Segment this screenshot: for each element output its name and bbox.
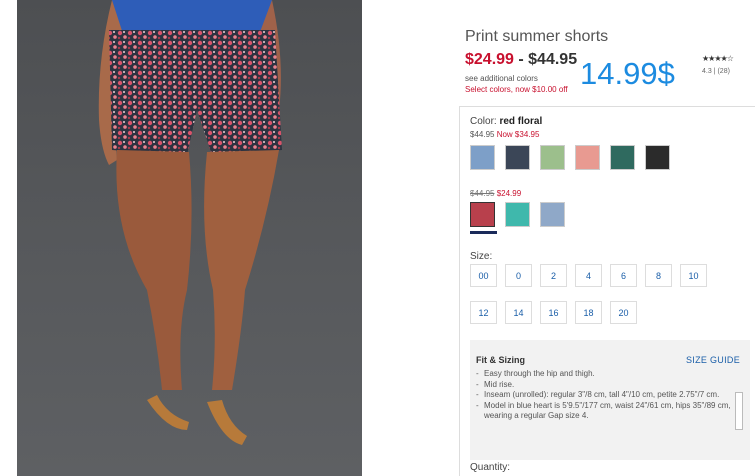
rating-stars[interactable]: ★★★★☆	[702, 54, 734, 63]
size-button[interactable]: 8	[645, 264, 672, 287]
size-button[interactable]: 18	[575, 301, 602, 324]
color-swatch-green-print[interactable]	[540, 145, 565, 170]
size-label: Size:	[470, 251, 493, 262]
rating-summary: 4.3 | (28)	[702, 68, 730, 75]
color-swatch-navy-stripe[interactable]	[505, 145, 530, 170]
size-button[interactable]: 4	[575, 264, 602, 287]
size-button[interactable]: 10	[680, 264, 707, 287]
color-swatch-black-diamond[interactable]	[645, 145, 670, 170]
fit-sizing-title: Fit & Sizing	[476, 355, 525, 365]
group2-orig-price: $44.95	[470, 189, 495, 198]
color-swatch-red-floral[interactable]	[470, 202, 495, 227]
promo-text: Select colors, now $10.00 off	[465, 85, 568, 94]
size-button[interactable]: 12	[470, 301, 497, 324]
selected-swatch-indicator	[470, 231, 497, 234]
product-page: Print summer shorts $24.99 - $44.95 14.9…	[0, 0, 755, 476]
see-additional-colors-link[interactable]: see additional colors	[465, 74, 538, 83]
fit-item: Inseam (unrolled): regular 3"/8 cm, tall…	[476, 390, 746, 401]
color-label-text: Color:	[470, 116, 497, 127]
overlay-price: 14.99$	[580, 56, 675, 91]
size-button[interactable]: 6	[610, 264, 637, 287]
color-group-price-2: $44.95 $24.99	[470, 189, 521, 198]
original-price: $44.95	[528, 51, 578, 68]
group1-now-price: Now $34.95	[496, 130, 540, 139]
color-swatch-blue-floral[interactable]	[470, 145, 495, 170]
color-group-price-1: $44.95 Now $34.95	[470, 130, 539, 139]
product-photo	[17, 0, 362, 476]
quantity-label: Quantity:	[470, 462, 511, 473]
color-swatch-chambray[interactable]	[540, 202, 565, 227]
selected-color-name: red floral	[499, 116, 543, 127]
size-button[interactable]: 0	[505, 264, 532, 287]
review-count[interactable]: (28)	[717, 68, 729, 75]
size-button[interactable]: 16	[540, 301, 567, 324]
product-title: Print summer shorts	[465, 28, 609, 45]
model-image	[98, 0, 282, 445]
size-button[interactable]: 20	[610, 301, 637, 324]
price-row: $24.99 - $44.95	[465, 51, 577, 69]
group2-sale-price: $24.99	[496, 189, 522, 198]
fit-item: Mid rise.	[476, 380, 746, 391]
size-button[interactable]: 00	[470, 264, 497, 287]
sale-price: $24.99	[465, 51, 514, 68]
panel-scroll-handle[interactable]	[735, 392, 743, 430]
size-button[interactable]: 2	[540, 264, 567, 287]
fit-item: Model in blue heart is 5'9.5"/177 cm, wa…	[476, 401, 746, 422]
price-separator: -	[513, 51, 529, 68]
fit-item: Easy through the hip and thigh.	[476, 369, 746, 380]
color-swatch-teal-floral[interactable]	[505, 202, 530, 227]
color-swatch-teal-leaf[interactable]	[610, 145, 635, 170]
size-guide-link[interactable]: SIZE GUIDE	[686, 355, 740, 365]
color-swatch-coral-print[interactable]	[575, 145, 600, 170]
size-button[interactable]: 14	[505, 301, 532, 324]
fit-details-list: Easy through the hip and thigh. Mid rise…	[476, 369, 746, 422]
color-label: Color: red floral	[470, 116, 542, 127]
star-icon: ★★★★☆	[702, 54, 734, 63]
group1-orig-price: $44.95	[470, 130, 495, 139]
rating-score: 4.3	[702, 68, 712, 75]
rating-divider: |	[713, 68, 716, 75]
